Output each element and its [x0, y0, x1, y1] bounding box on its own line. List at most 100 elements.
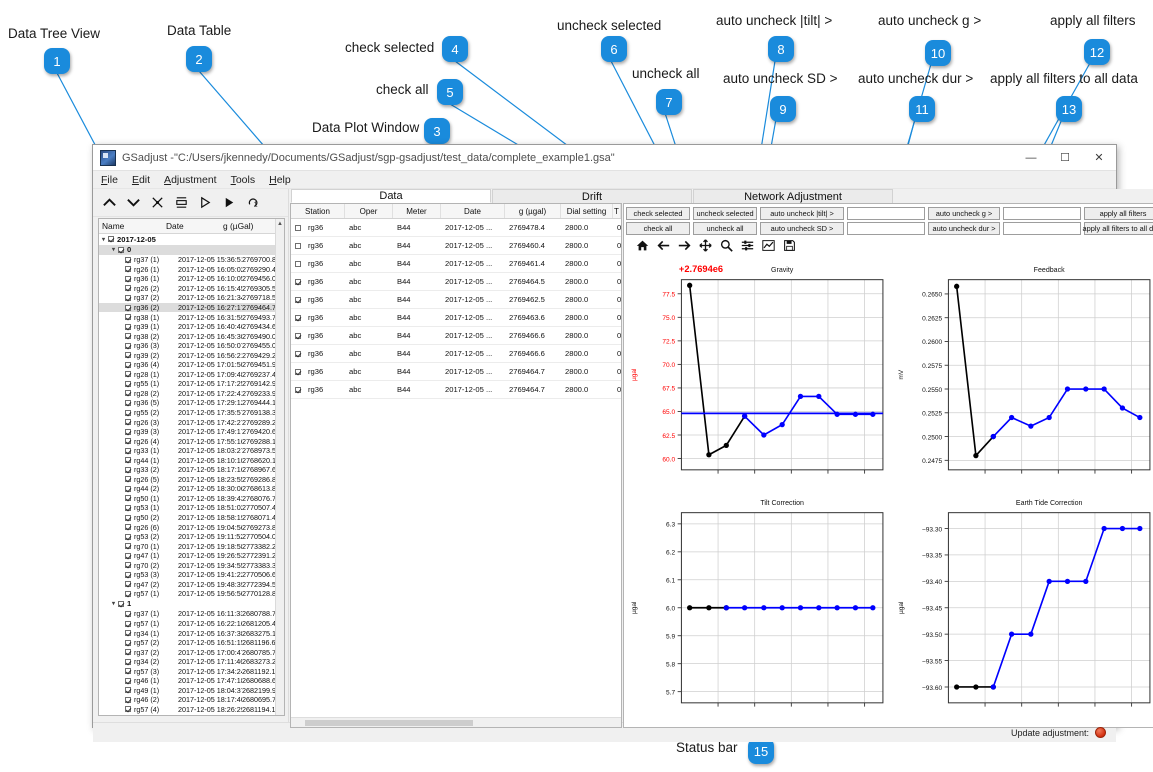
- auto-uncheck-dur-input[interactable]: [1003, 222, 1081, 235]
- tree-item[interactable]: rg26 (5)2017-12-05 18:23:552769286.8 ± 0…: [99, 475, 284, 485]
- tree-item[interactable]: rg28 (1)2017-12-05 17:09:482769237.4 ± 3…: [99, 370, 284, 380]
- edit-axis-icon[interactable]: [762, 239, 775, 252]
- tree-checkbox[interactable]: [125, 620, 131, 627]
- scroll-up-icon[interactable]: ▲: [276, 219, 284, 229]
- tree-checkbox[interactable]: [125, 371, 131, 378]
- tree-checkbox[interactable]: [125, 409, 131, 416]
- tree-item[interactable]: rg36 (5)2017-12-05 17:29:122769444.1 ± 1…: [99, 398, 284, 408]
- table-row[interactable]: rg36 abc B44 2017-12-05 ... 2769463.6 2800.0 0…: [291, 309, 621, 327]
- tree-item[interactable]: rg49 (2)2017-12-05 18:36:412682193.1 ± 2…: [99, 714, 284, 715]
- tree-checkbox[interactable]: [125, 390, 131, 397]
- tree-checkbox[interactable]: [125, 266, 131, 273]
- tree-checkbox[interactable]: [125, 419, 131, 426]
- menu-item-adjustment[interactable]: Adjustment: [164, 174, 217, 186]
- uncheck-selected-button[interactable]: uncheck selected: [693, 207, 757, 220]
- tree-checkbox[interactable]: [125, 380, 131, 387]
- tree-item[interactable]: rg70 (1)2017-12-05 19:18:582773382.2 ± 1…: [99, 541, 284, 551]
- table-row[interactable]: rg36 abc B44 2017-12-05 ... 2769466.6 2800.0 0…: [291, 345, 621, 363]
- tree-checkbox[interactable]: [125, 581, 131, 588]
- back-arrow-icon[interactable]: [657, 239, 670, 252]
- tree-item[interactable]: rg39 (3)2017-12-05 17:49:172769420.6 ± 1…: [99, 427, 284, 437]
- tree-checkbox[interactable]: [125, 552, 131, 559]
- tree-checkbox[interactable]: [125, 285, 131, 292]
- table-row[interactable]: rg36 abc B44 2017-12-05 ... 2769462.5 2800.0 0…: [291, 291, 621, 309]
- tree-item[interactable]: rg37 (1)2017-12-05 15:36:512769700.8 ± 2…: [99, 255, 284, 265]
- tree-item[interactable]: rg36 (4)2017-12-05 17:01:502769451.9 ± 1…: [99, 360, 284, 370]
- tree-checkbox[interactable]: [125, 485, 131, 492]
- tree-item[interactable]: rg49 (1)2017-12-05 18:04:372682199.9 ± 2…: [99, 686, 284, 696]
- tree-checkbox[interactable]: [125, 649, 131, 656]
- tree-checkbox[interactable]: [125, 504, 131, 511]
- tree-item[interactable]: rg46 (1)2017-12-05 17:47:182680688.6 ± 1…: [99, 676, 284, 686]
- table-row[interactable]: rg36 abc B44 2017-12-05 ... 2769460.4 2800.0 0…: [291, 237, 621, 255]
- tree-item[interactable]: rg26 (3)2017-12-05 17:42:272769289.2 ± 1…: [99, 417, 284, 427]
- tree-checkbox[interactable]: [125, 256, 131, 263]
- row-checkbox[interactable]: [295, 386, 301, 393]
- tree-item[interactable]: rg37 (1)2017-12-05 16:11:332680788.7 ± 1…: [99, 609, 284, 619]
- check-all-button[interactable]: check all: [626, 222, 690, 235]
- tree-checkbox[interactable]: [125, 590, 131, 597]
- check-selected-button[interactable]: check selected: [626, 207, 690, 220]
- tree-item[interactable]: rg50 (2)2017-12-05 18:58:192768071.4 ± 0…: [99, 513, 284, 523]
- tree-group-node[interactable]: ▾ 2017-12-05: [99, 234, 284, 245]
- tree-checkbox[interactable]: [125, 639, 131, 646]
- vertical-align-icon[interactable]: [174, 195, 189, 210]
- table-row[interactable]: rg36 abc B44 2017-12-05 ... 2769478.4 2800.0 0…: [291, 219, 621, 237]
- plot-feedback[interactable]: 0.2475 0.2500 0.2525 0.2550 0.2575 0.2600 0.26…: [893, 257, 1153, 490]
- tab-network-adjustment[interactable]: Network Adjustment: [693, 189, 893, 203]
- auto-uncheck-tilt-button[interactable]: auto uncheck |tilt| >: [760, 207, 844, 220]
- table-row[interactable]: rg36 abc B44 2017-12-05 ... 2769466.6 2800.0 0…: [291, 327, 621, 345]
- chevron-down-icon[interactable]: ▾: [109, 600, 118, 607]
- table-row[interactable]: rg36 abc B44 2017-12-05 ... 2769461.4 2800.0 0…: [291, 255, 621, 273]
- tree-checkbox[interactable]: [125, 706, 131, 713]
- tree-item[interactable]: rg47 (2)2017-12-05 19:48:392772394.5 ± 2…: [99, 580, 284, 590]
- tree-item[interactable]: rg37 (2)2017-12-05 17:00:472680785.7 ± 1…: [99, 647, 284, 657]
- configure-subplots-icon[interactable]: [741, 239, 754, 252]
- divide-icon[interactable]: [150, 195, 165, 210]
- tree-item[interactable]: rg28 (2)2017-12-05 17:22:412769233.9 ± 2…: [99, 389, 284, 399]
- tree-item[interactable]: rg57 (1)2017-12-05 16:22:162681205.4 ± 1…: [99, 619, 284, 629]
- tree-checkbox[interactable]: [125, 562, 131, 569]
- zoom-icon[interactable]: [720, 239, 733, 252]
- tree-checkbox[interactable]: [125, 533, 131, 540]
- tree-checkbox[interactable]: [125, 495, 131, 502]
- tree-checkbox[interactable]: [125, 428, 131, 435]
- tree-checkbox[interactable]: [125, 361, 131, 368]
- tree-item[interactable]: rg39 (2)2017-12-05 16:56:212769429.2 ± 1…: [99, 350, 284, 360]
- uncheck-all-button[interactable]: uncheck all: [693, 222, 757, 235]
- auto-uncheck-g-button[interactable]: auto uncheck g >: [928, 207, 1000, 220]
- row-checkbox[interactable]: [295, 296, 301, 303]
- tree-checkbox[interactable]: [125, 342, 131, 349]
- tree-item[interactable]: rg70 (2)2017-12-05 19:34:552773383.3 ± 2…: [99, 561, 284, 571]
- tree-item[interactable]: rg37 (2)2017-12-05 16:21:342769718.5 ± 1…: [99, 293, 284, 303]
- tree-item[interactable]: rg36 (3)2017-12-05 16:50:072769455.0 ± 2…: [99, 341, 284, 351]
- tree-checkbox[interactable]: [108, 236, 114, 243]
- tree-checkbox[interactable]: [125, 476, 131, 483]
- tree-item[interactable]: rg26 (1)2017-12-05 16:05:022769290.4 ± 2…: [99, 265, 284, 275]
- tree-checkbox[interactable]: [125, 630, 131, 637]
- tree-item[interactable]: rg33 (2)2017-12-05 18:17:162768967.6 ± 1…: [99, 465, 284, 475]
- data-table[interactable]: Station Oper Meter Date g (µgal) Dial se…: [290, 203, 622, 728]
- menu-item-file[interactable]: File: [101, 174, 118, 186]
- plot-tilt-correction[interactable]: 5.7 5.8 5.9 6.0 6.1 6.2 6.3 Tilt Correction µgal: [626, 490, 893, 723]
- menu-item-tools[interactable]: Tools: [231, 174, 256, 186]
- data-table-body[interactable]: rg36 abc B44 2017-12-05 ... 2769478.4 2800.0 0…: [291, 219, 621, 399]
- play-icon[interactable]: [198, 195, 213, 210]
- tree-item[interactable]: rg50 (1)2017-12-05 18:39:432768076.7 ± 1…: [99, 494, 284, 504]
- plot-earth-tide-correction[interactable]: −93.60 −93.55 −93.50 −93.45 −93.40 −93.35 −93.…: [893, 490, 1153, 723]
- auto-uncheck-tilt-input[interactable]: [847, 207, 925, 220]
- table-row[interactable]: rg36 abc B44 2017-12-05 ... 2769464.7 2800.0 0…: [291, 363, 621, 381]
- data-table-hscrollbar[interactable]: [291, 716, 621, 727]
- tree-item[interactable]: rg53 (1)2017-12-05 18:51:022770507.4 ± 1…: [99, 503, 284, 513]
- tree-checkbox[interactable]: [125, 304, 131, 311]
- auto-uncheck-g-input[interactable]: [1003, 207, 1081, 220]
- row-checkbox[interactable]: [295, 224, 301, 231]
- tree-checkbox[interactable]: [125, 668, 131, 675]
- tree-checkbox[interactable]: [125, 514, 131, 521]
- tree-body[interactable]: ▾ 2017-12-05 ▾ 0 rg37 (1) 2017-12-05 15:36:51…: [99, 234, 284, 715]
- row-checkbox[interactable]: [295, 242, 301, 249]
- row-checkbox[interactable]: [295, 368, 301, 375]
- menu-item-edit[interactable]: Edit: [132, 174, 150, 186]
- move-up-icon[interactable]: [102, 195, 117, 210]
- play-filled-icon[interactable]: [222, 195, 237, 210]
